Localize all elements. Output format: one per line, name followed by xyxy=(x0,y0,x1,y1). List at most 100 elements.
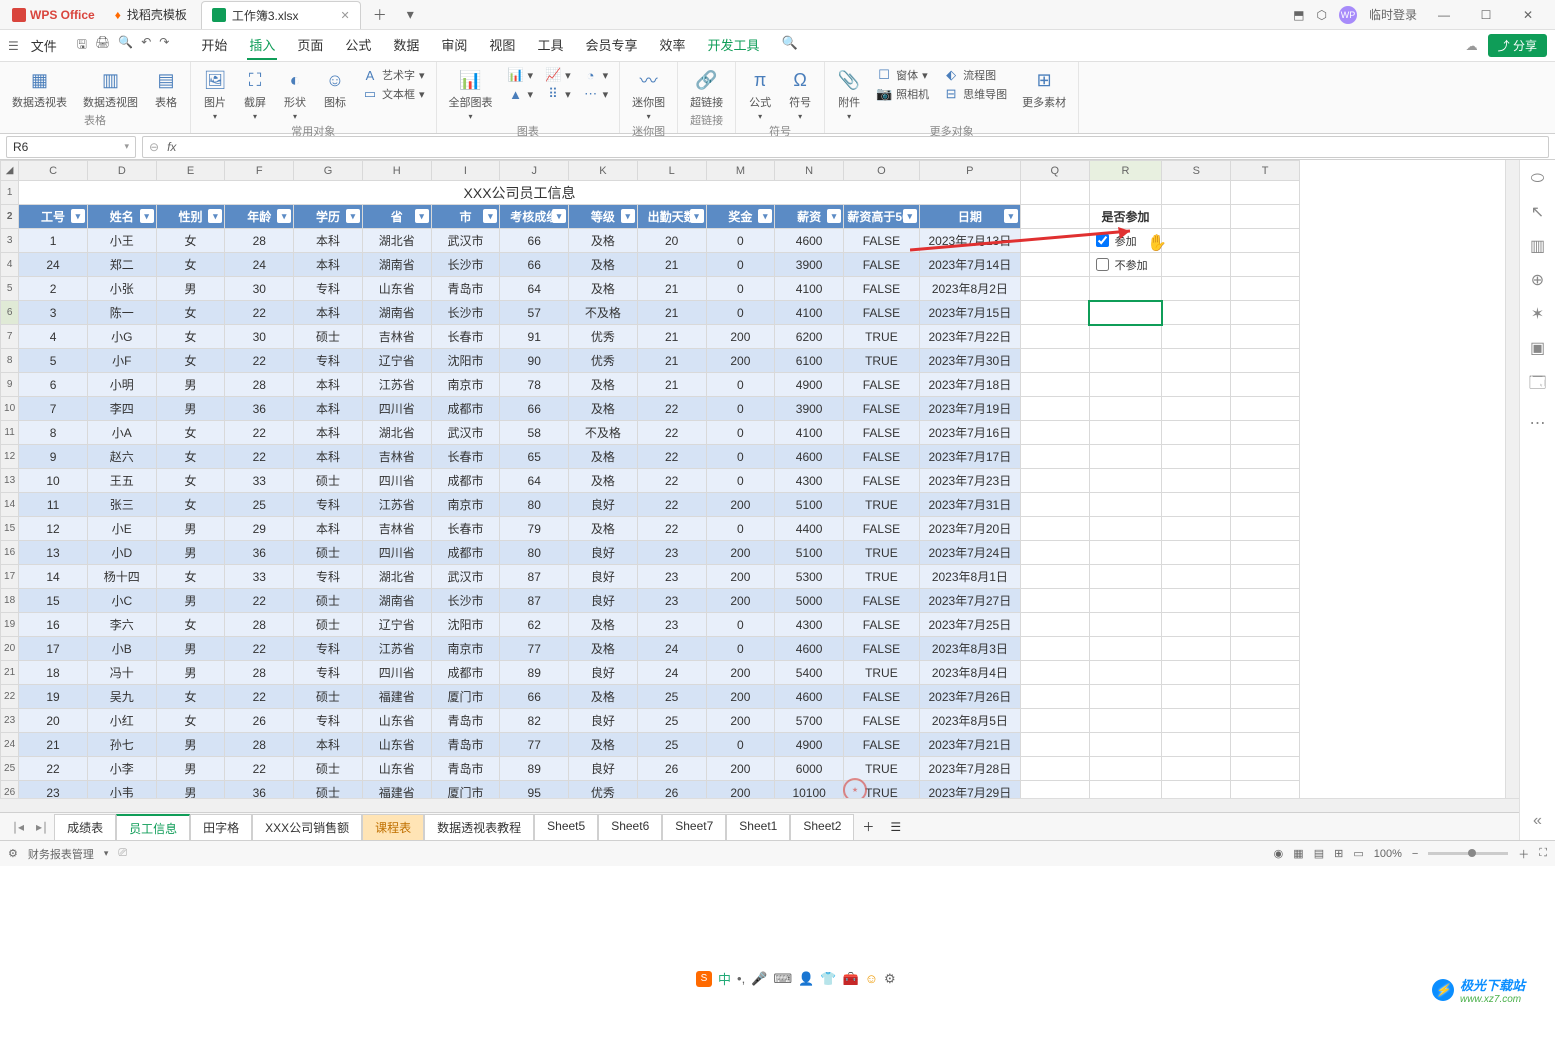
data-cell[interactable]: 33 xyxy=(225,565,294,589)
data-cell[interactable]: 女 xyxy=(156,349,225,373)
data-cell[interactable]: 小张 xyxy=(87,277,156,301)
data-cell[interactable]: 66 xyxy=(500,685,569,709)
data-cell[interactable]: 女 xyxy=(156,229,225,253)
row-header[interactable]: 3 xyxy=(1,229,19,253)
data-cell[interactable]: 及格 xyxy=(569,685,638,709)
table-header-cell[interactable]: 考核成绩▾ xyxy=(500,205,569,229)
data-cell[interactable]: 硕士 xyxy=(294,685,363,709)
data-cell[interactable]: 91 xyxy=(500,325,569,349)
sheet-nav-prev[interactable]: ∣◂ xyxy=(6,820,30,834)
data-cell[interactable]: 21 xyxy=(637,277,706,301)
data-cell[interactable]: 吉林省 xyxy=(362,325,431,349)
col-header[interactable]: O xyxy=(844,161,920,181)
avatar[interactable]: WP xyxy=(1339,6,1357,24)
data-cell[interactable]: 陈一 xyxy=(87,301,156,325)
data-cell[interactable]: 硕士 xyxy=(294,589,363,613)
menu-tab-9[interactable]: 效率 xyxy=(657,31,687,60)
data-cell[interactable]: 10 xyxy=(19,469,88,493)
data-cell[interactable]: 2023年7月26日 xyxy=(919,685,1020,709)
side-toolbox-icon[interactable]: 🗔 xyxy=(1529,372,1546,399)
data-cell[interactable]: 200 xyxy=(706,661,775,685)
ime-lang[interactable]: 中 xyxy=(718,969,731,988)
data-cell[interactable]: 女 xyxy=(156,325,225,349)
selected-cell[interactable] xyxy=(1089,301,1162,325)
data-cell[interactable]: 77 xyxy=(500,637,569,661)
data-cell[interactable]: 优秀 xyxy=(569,325,638,349)
data-cell[interactable]: 及格 xyxy=(569,445,638,469)
data-cell[interactable]: 2023年7月16日 xyxy=(919,421,1020,445)
data-cell[interactable]: 小E xyxy=(87,517,156,541)
data-cell[interactable]: 64 xyxy=(500,469,569,493)
data-cell[interactable]: 男 xyxy=(156,277,225,301)
row-header[interactable]: 14 xyxy=(1,493,19,517)
header-extra[interactable]: 是否参加 xyxy=(1089,205,1162,229)
filter-icon[interactable]: ▾ xyxy=(208,209,222,223)
data-cell[interactable]: 及格 xyxy=(569,229,638,253)
data-cell[interactable]: 0 xyxy=(706,469,775,493)
data-cell[interactable]: 冯十 xyxy=(87,661,156,685)
data-cell[interactable]: FALSE xyxy=(844,613,920,637)
row-header[interactable]: 21 xyxy=(1,661,19,685)
data-cell[interactable]: 89 xyxy=(500,661,569,685)
data-cell[interactable]: 4100 xyxy=(775,421,844,445)
data-cell[interactable]: 山东省 xyxy=(362,733,431,757)
data-cell[interactable]: 硕士 xyxy=(294,541,363,565)
col-header[interactable]: F xyxy=(225,161,294,181)
data-cell[interactable]: 12 xyxy=(19,517,88,541)
data-cell[interactable]: FALSE xyxy=(844,253,920,277)
data-cell[interactable]: 6 xyxy=(19,373,88,397)
data-cell[interactable]: 28 xyxy=(225,613,294,637)
row-header[interactable]: 22 xyxy=(1,685,19,709)
sheet-tab[interactable]: Sheet6 xyxy=(598,814,662,840)
data-cell[interactable]: 长春市 xyxy=(431,517,500,541)
data-cell[interactable]: 硕士 xyxy=(294,757,363,781)
sheet-list-button[interactable]: ☰ xyxy=(882,820,909,834)
data-cell[interactable]: 女 xyxy=(156,709,225,733)
table-header-cell[interactable]: 姓名▾ xyxy=(87,205,156,229)
col-header[interactable]: M xyxy=(706,161,775,181)
data-cell[interactable]: 26 xyxy=(637,781,706,799)
data-cell[interactable]: 4600 xyxy=(775,229,844,253)
data-cell[interactable]: 200 xyxy=(706,325,775,349)
icons-button[interactable]: ☺图标 xyxy=(319,66,351,112)
cloud-icon[interactable]: ☁ xyxy=(1466,39,1478,53)
search-icon[interactable]: 🔍 xyxy=(780,31,800,60)
data-cell[interactable]: TRUE xyxy=(844,541,920,565)
data-cell[interactable]: 优秀 xyxy=(569,349,638,373)
ime-emoji-icon[interactable]: ☺ xyxy=(865,971,878,986)
vertical-scrollbar[interactable] xyxy=(1505,160,1519,798)
status-eye-icon[interactable]: ◉ xyxy=(1274,847,1284,860)
row-header[interactable]: 26 xyxy=(1,781,19,799)
sheet-add-button[interactable]: ＋ xyxy=(854,818,882,835)
ime-keyboard-icon[interactable]: ⌨ xyxy=(773,971,792,987)
data-cell[interactable]: 22 xyxy=(637,493,706,517)
table-header-cell[interactable]: 年龄▾ xyxy=(225,205,294,229)
data-cell[interactable]: 22 xyxy=(225,349,294,373)
data-cell[interactable]: FALSE xyxy=(844,517,920,541)
wordart-button[interactable]: A艺术字 ▾ xyxy=(359,66,428,84)
sheet-tab[interactable]: 成绩表 xyxy=(54,814,116,840)
data-cell[interactable]: 及格 xyxy=(569,373,638,397)
data-cell[interactable]: 成都市 xyxy=(431,397,500,421)
row-header[interactable]: 8 xyxy=(1,349,19,373)
data-cell[interactable]: 2023年7月27日 xyxy=(919,589,1020,613)
data-cell[interactable]: 南京市 xyxy=(431,637,500,661)
data-cell[interactable]: 不及格 xyxy=(569,301,638,325)
data-cell[interactable]: 及格 xyxy=(569,517,638,541)
chevron-down-icon[interactable]: ▾ xyxy=(124,141,129,152)
data-cell[interactable]: 及格 xyxy=(569,613,638,637)
data-cell[interactable]: 女 xyxy=(156,565,225,589)
data-cell[interactable]: 四川省 xyxy=(362,661,431,685)
data-cell[interactable]: 200 xyxy=(706,541,775,565)
data-cell[interactable]: 1 xyxy=(19,229,88,253)
sheet-tab[interactable]: Sheet2 xyxy=(790,814,854,840)
data-cell[interactable]: 2023年7月13日 xyxy=(919,229,1020,253)
data-cell[interactable]: 66 xyxy=(500,253,569,277)
menu-tab-7[interactable]: 工具 xyxy=(535,31,565,60)
data-cell[interactable]: 57 xyxy=(500,301,569,325)
data-cell[interactable]: 江苏省 xyxy=(362,373,431,397)
data-cell[interactable]: 0 xyxy=(706,301,775,325)
table-header-cell[interactable]: 工号▾ xyxy=(19,205,88,229)
data-cell[interactable]: 28 xyxy=(225,373,294,397)
data-cell[interactable]: 21 xyxy=(637,349,706,373)
